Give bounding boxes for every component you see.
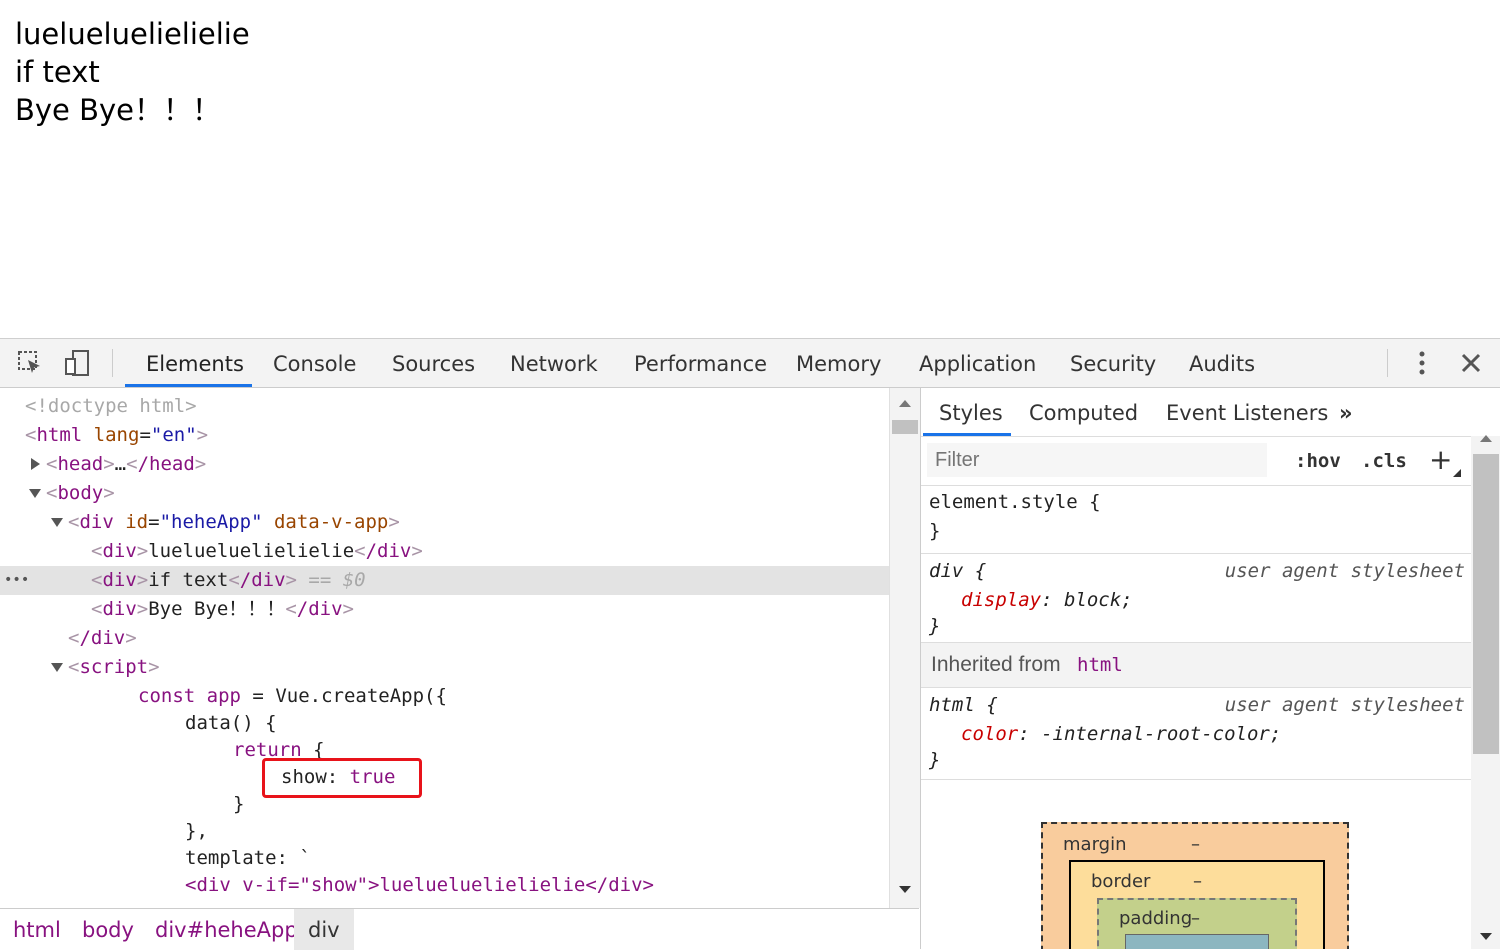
code-line-data: data() { <box>185 712 277 734</box>
inherited-from-header: Inherited from html <box>921 642 1471 688</box>
margin-label: margin <box>1063 834 1127 855</box>
page-line-3: Bye Bye！！！ <box>15 93 222 127</box>
scroll-thumb[interactable] <box>1473 454 1499 754</box>
html-selector: html { <box>929 694 998 716</box>
tab-memory[interactable]: Memory <box>796 339 881 387</box>
html-style-rule[interactable]: html { user agent stylesheet color: -int… <box>921 687 1471 780</box>
inspect-element-icon[interactable] <box>16 349 44 377</box>
div-rule-declaration[interactable]: display: block; <box>961 586 1133 615</box>
red-highlight-box <box>262 758 422 798</box>
toolbar-divider-right <box>1387 349 1388 377</box>
tab-elements[interactable]: Elements <box>146 339 244 387</box>
code-line-data-close: }, <box>185 820 208 842</box>
border-label: border <box>1091 871 1151 892</box>
tab-styles[interactable]: Styles <box>939 388 1003 436</box>
head-node[interactable]: <head>…</head> <box>46 450 206 479</box>
tab-computed[interactable]: Computed <box>1029 388 1138 436</box>
tab-event-listeners[interactable]: Event Listeners <box>1166 388 1328 436</box>
tab-security[interactable]: Security <box>1070 339 1156 387</box>
corner-triangle-icon <box>1453 469 1461 477</box>
collapse-triangle-icon[interactable] <box>51 663 63 672</box>
scroll-up-icon[interactable] <box>1478 433 1494 443</box>
styles-filter-input[interactable] <box>927 443 1267 477</box>
padding-label: padding <box>1119 908 1193 929</box>
code-line-template: template: ` <box>185 847 311 869</box>
div-rule-close: } <box>929 615 941 637</box>
tab-network[interactable]: Network <box>510 339 598 387</box>
rendered-page: luelueluelielielie if text Bye Bye！！！ <box>0 0 1500 338</box>
code-line-template-html: <div v-if="show">luelueluelielielie</div… <box>185 874 654 896</box>
html-rule-declaration[interactable]: color: -internal-root-color; <box>961 720 1281 749</box>
box-model-border[interactable]: border – padding – <box>1069 860 1325 949</box>
div-node-3[interactable]: <div>Bye Bye！！！</div> <box>91 595 354 624</box>
border-value[interactable]: – <box>1193 871 1202 892</box>
element-style-rule[interactable]: element.style { } <box>921 485 1471 554</box>
div-selector: div { <box>929 560 987 582</box>
more-tabs-icon[interactable]: » <box>1339 388 1353 436</box>
styles-filter-bar: :hov .cls + <box>921 436 1500 486</box>
html-node[interactable]: <html lang="en"> <box>25 421 208 450</box>
doctype-node[interactable]: <!doctype html> <box>25 392 197 421</box>
code-line-brace: } <box>233 793 245 815</box>
page-line-1: luelueluelielielie <box>15 17 250 51</box>
crumb-div-heheapp[interactable]: div#heheApp <box>155 909 298 950</box>
scroll-thumb[interactable] <box>892 420 918 434</box>
tab-performance[interactable]: Performance <box>634 339 767 387</box>
toolbar-divider <box>112 349 113 377</box>
div-app-close[interactable]: </div> <box>68 624 137 653</box>
html-rule-source: user agent stylesheet <box>1224 694 1465 716</box>
new-style-rule-button[interactable]: + <box>1429 437 1452 483</box>
div-app-node[interactable]: <div id="heheApp" data-v-app> <box>68 508 400 537</box>
kebab-menu-icon[interactable] <box>1408 349 1436 377</box>
div-rule-source: user agent stylesheet <box>1224 560 1465 582</box>
html-rule-close: } <box>929 749 941 771</box>
scroll-up-icon[interactable] <box>897 398 913 408</box>
padding-value[interactable]: – <box>1191 908 1200 929</box>
styles-pane: Styles Computed Event Listeners » :hov .… <box>920 388 1500 949</box>
tab-sources[interactable]: Sources <box>392 339 475 387</box>
box-model-padding[interactable]: padding – <box>1097 898 1297 949</box>
collapse-triangle-icon[interactable] <box>51 518 63 527</box>
collapse-triangle-icon[interactable] <box>29 489 41 498</box>
box-model-margin[interactable]: margin – border – padding – <box>1041 822 1349 949</box>
devtools-toolbar: Elements Console Sources Network Perform… <box>0 339 1500 388</box>
element-style-close: } <box>929 520 941 542</box>
margin-value[interactable]: – <box>1191 834 1200 855</box>
page-line-2: if text <box>15 55 100 89</box>
code-line-create-app: const app = Vue.createApp({ <box>138 685 447 707</box>
scroll-down-icon[interactable] <box>897 885 913 895</box>
body-node[interactable]: <body> <box>46 479 115 508</box>
script-node[interactable]: <script> <box>68 653 160 682</box>
tab-console[interactable]: Console <box>273 339 356 387</box>
scroll-down-icon[interactable] <box>1478 932 1494 942</box>
active-tab-indicator <box>125 384 252 387</box>
elements-tree: <!doctype html> <html lang="en"> <head>…… <box>0 388 889 908</box>
devtools-panel: Elements Console Sources Network Perform… <box>0 338 1500 950</box>
inherited-html-link[interactable]: html <box>1077 643 1123 687</box>
tab-audits[interactable]: Audits <box>1189 339 1255 387</box>
div-node-2-selected[interactable]: ••• <div>if text</div> == $0 <box>0 566 889 595</box>
crumb-html[interactable]: html <box>13 909 61 950</box>
inherited-label: Inherited from <box>931 653 1061 676</box>
elements-scrollbar[interactable] <box>889 388 920 908</box>
device-toolbar-icon[interactable] <box>63 349 91 377</box>
box-model-content[interactable] <box>1125 934 1269 949</box>
styles-scrollbar[interactable] <box>1471 433 1500 949</box>
element-style-selector: element.style { <box>929 491 1101 513</box>
tab-application[interactable]: Application <box>919 339 1036 387</box>
breadcrumb: html body div#heheApp div <box>0 908 919 950</box>
div-node-1[interactable]: <div>luelueluelielielie</div> <box>91 537 423 566</box>
expand-triangle-icon[interactable] <box>31 458 40 470</box>
close-icon[interactable] <box>1457 349 1485 377</box>
cls-button[interactable]: .cls <box>1361 437 1407 485</box>
crumb-body[interactable]: body <box>82 909 134 950</box>
div-style-rule[interactable]: div { user agent stylesheet display: blo… <box>921 554 1471 642</box>
hov-button[interactable]: :hov <box>1295 437 1341 485</box>
crumb-div-active[interactable]: div <box>294 909 354 950</box>
